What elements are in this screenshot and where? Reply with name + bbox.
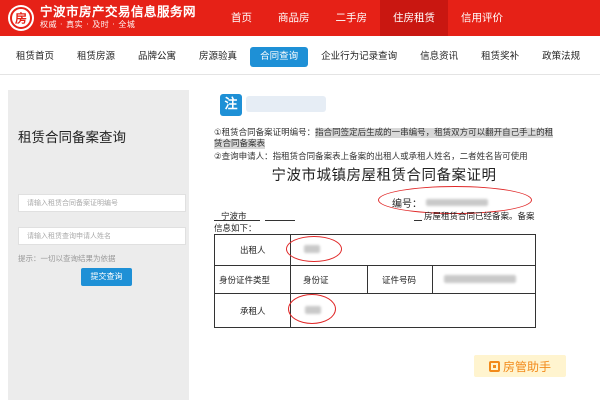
subnav-contract-query[interactable]: 合同查询 (250, 47, 309, 67)
subnav-brand-apartments[interactable]: 品牌公寓 (128, 47, 186, 67)
subnav-policies[interactable]: 政策法规 (532, 47, 590, 67)
annotation-ellipse-tenant (288, 294, 336, 324)
nav-rental[interactable]: 住房租赁 (380, 0, 448, 36)
query-panel: 租赁合同备案查询 请输入租赁合同备案证明编号 请输入租赁查询申请人姓名 提示：一… (8, 90, 189, 400)
main-nav: 首页 商品房 二手房 住房租赁 信用评价 (218, 0, 516, 36)
subnav-listing-verify[interactable]: 房源验真 (189, 47, 247, 67)
app-logo-icon (488, 360, 500, 372)
city-underline-2 (265, 220, 295, 221)
id-number-label: 证件号码 (382, 276, 417, 286)
site-title: 宁波市房产交易信息服务网 (40, 4, 197, 19)
note-line-1: ①租赁合同备案证明编号：指合同签定后生成的一串编号，租赁双方可以翻开自己手上的租… (214, 128, 554, 150)
note-badge: 注 (220, 94, 242, 116)
table-vline-2 (367, 265, 368, 293)
annotation-ellipse-landlord (286, 236, 342, 262)
id-type-value: 身份证 (303, 276, 329, 286)
city-underline-1 (214, 220, 260, 221)
applicant-name-input[interactable]: 请输入租赁查询申请人姓名 (18, 227, 186, 245)
tenant-label: 承租人 (240, 307, 266, 317)
cert-number-input[interactable]: 请输入租赁合同备案证明编号 (18, 194, 186, 212)
top-header: 房 宁波市房产交易信息服务网 权威 · 真实 · 及时 · 全城 首页 商品房 … (0, 0, 600, 36)
note-heading-blurred (246, 96, 326, 112)
subnav-news[interactable]: 信息资讯 (410, 47, 468, 67)
nav-home[interactable]: 首页 (218, 0, 265, 36)
site-slogan: 权威 · 真实 · 及时 · 全城 (40, 20, 136, 29)
subnav-rental-subsidy[interactable]: 租赁奖补 (471, 47, 529, 67)
certificate-info-label: 信息如下： (214, 224, 257, 234)
table-hline-1 (214, 265, 536, 266)
id-type-label: 身份证件类型 (219, 276, 271, 286)
table-hline-2 (214, 293, 536, 294)
nav-credit-rating[interactable]: 信用评价 (448, 0, 516, 36)
subnav-company-records[interactable]: 企业行为记录查询 (311, 47, 407, 67)
nav-divider (0, 74, 600, 75)
sub-nav: 租赁首页 租赁房源 品牌公寓 房源验真 合同查询 企业行为记录查询 信息资讯 租… (0, 44, 600, 70)
note-line-1-prefix: ①租赁合同备案证明编号： (214, 128, 316, 138)
table-vline-3 (432, 265, 433, 293)
certificate-title: 宁波市城镇房屋租赁合同备案证明 (271, 168, 497, 184)
subnav-rental-home[interactable]: 租赁首页 (6, 47, 64, 67)
brand: 宁波市房产交易信息服务网 权威 · 真实 · 及时 · 全城 (40, 4, 196, 30)
id-number-blurred (444, 275, 516, 283)
landlord-label: 出租人 (240, 246, 266, 256)
logo-char: 房 (15, 11, 27, 26)
watermark-text: 房管助手 (502, 359, 551, 374)
note-line-2: ②查询申请人：指租赁合同备案表上备案的出租人或承租人姓名，二者姓名皆可使用 (214, 152, 528, 162)
nav-second-hand[interactable]: 二手房 (323, 0, 381, 36)
nav-new-homes[interactable]: 商品房 (265, 0, 323, 36)
subnav-rental-listings[interactable]: 租赁房源 (67, 47, 125, 67)
certificate-body-text: 房屋租赁合同已经备案。备案 (424, 212, 535, 222)
panel-title: 租赁合同备案查询 (18, 130, 126, 146)
site-logo-icon[interactable]: 房 (6, 3, 36, 33)
submit-query-button[interactable]: 提交查询 (81, 268, 132, 286)
body-underline (414, 220, 422, 221)
app-watermark: 房管助手 (474, 355, 566, 377)
query-hint: 提示：一切以查询结果为依据 (18, 254, 116, 263)
